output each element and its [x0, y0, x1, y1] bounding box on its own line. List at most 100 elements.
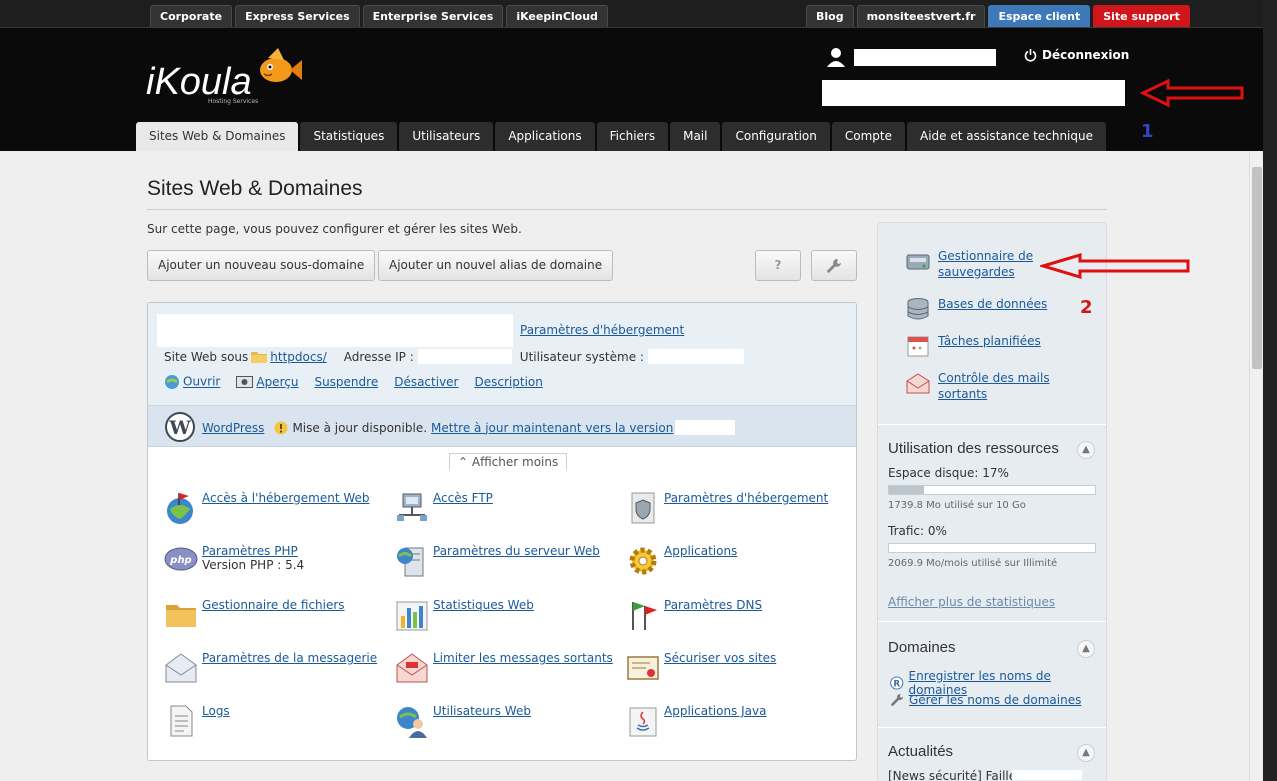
tool-ftp-access[interactable]: Accès FTP: [395, 491, 493, 525]
tool-mail-settings[interactable]: Paramètres de la messagerie: [164, 651, 377, 685]
tool-web-stats[interactable]: Statistiques Web: [395, 598, 534, 632]
description-link[interactable]: Description: [475, 375, 543, 389]
more-stats-link[interactable]: Afficher plus de statistiques: [888, 595, 1055, 609]
add-alias-button[interactable]: Ajouter un nouvel alias de domaine: [378, 250, 614, 281]
help-button[interactable]: ?: [755, 250, 801, 281]
deactivate-link[interactable]: Désactiver: [394, 375, 458, 389]
sidebar-link-label[interactable]: Contrôle des mails sortants: [938, 370, 1058, 402]
top-nav-blog[interactable]: Blog: [806, 5, 854, 27]
tool-label[interactable]: Accès à l'hébergement Web: [202, 487, 370, 505]
top-nav-left: Corporate Express Services Enterprise Se…: [150, 5, 608, 27]
chevron-up-icon: ⌃: [458, 455, 472, 469]
top-nav-monsiteestvert[interactable]: monsiteestvert.fr: [856, 5, 986, 27]
database-icon: [907, 298, 929, 320]
page-title: Sites Web & Domaines: [147, 177, 363, 200]
tab-compte[interactable]: Compte: [831, 122, 905, 151]
domains-section: Domaines ▲ R Enregistrer les noms de dom…: [878, 621, 1106, 727]
tool-label[interactable]: Paramètres DNS: [664, 594, 762, 612]
tool-label[interactable]: Utilisateurs Web: [433, 700, 531, 718]
tool-secure-sites[interactable]: Sécuriser vos sites: [626, 651, 776, 685]
tool-web-server-params[interactable]: Paramètres du serveur Web: [395, 544, 600, 578]
preview-action[interactable]: Aperçu: [236, 375, 298, 390]
open-action[interactable]: Ouvrir: [164, 374, 220, 390]
tool-label[interactable]: Applications: [664, 540, 737, 558]
tab-mail[interactable]: Mail: [670, 122, 721, 151]
top-bar: Corporate Express Services Enterprise Se…: [0, 0, 1263, 28]
tool-web-users[interactable]: Utilisateurs Web: [395, 704, 531, 738]
domains-collapse-button[interactable]: ▲: [1077, 640, 1095, 658]
logout-button[interactable]: Déconnexion: [1024, 48, 1129, 62]
tool-hosting-params[interactable]: Paramètres d'hébergement: [626, 491, 828, 525]
docroot-link[interactable]: httpdocs/: [270, 350, 326, 364]
wordpress-link[interactable]: WordPress: [202, 421, 264, 435]
tool-applications[interactable]: Applications: [626, 544, 737, 578]
annotation-number-2: 2: [1080, 297, 1093, 318]
sidebar-link-label[interactable]: Bases de données: [938, 296, 1058, 312]
top-nav-express-services[interactable]: Express Services: [235, 5, 360, 27]
tool-logs[interactable]: Logs: [164, 704, 230, 738]
scrollbar-thumb[interactable]: [1252, 167, 1262, 369]
open-link[interactable]: Ouvrir: [183, 375, 220, 389]
tool-label[interactable]: Gestionnaire de fichiers: [202, 594, 345, 612]
tool-label[interactable]: Sécuriser vos sites: [664, 647, 776, 665]
logo-tagline: Hosting Services: [208, 98, 258, 105]
tool-label[interactable]: Statistiques Web: [433, 594, 534, 612]
tools-button[interactable]: [811, 250, 857, 281]
tool-label[interactable]: Paramètres d'hébergement: [664, 487, 828, 505]
disk-usage-detail: 1739.8 Mo utilisé sur 10 Go: [888, 500, 1026, 511]
tool-label[interactable]: Applications Java: [664, 700, 766, 718]
power-icon: [1024, 49, 1037, 62]
sidebar-backup-manager[interactable]: Gestionnaire de sauvegardes: [906, 248, 1058, 280]
tab-applications[interactable]: Applications: [495, 122, 595, 151]
update-now-link[interactable]: Mettre à jour maintenant vers la version: [431, 421, 673, 435]
top-nav-espace-client[interactable]: Espace client: [988, 5, 1091, 27]
warning-icon: [274, 421, 288, 434]
wrench-icon: [827, 259, 841, 273]
tab-utilisateurs[interactable]: Utilisateurs: [399, 122, 494, 151]
ikoula-logo[interactable]: iKoula Hosting Services: [146, 48, 306, 108]
top-nav-corporate[interactable]: Corporate: [150, 5, 233, 27]
top-nav-right: Blog monsiteestvert.fr Espace client Sit…: [806, 5, 1190, 27]
vertical-scrollbar[interactable]: [1249, 151, 1263, 781]
tab-fichiers[interactable]: Fichiers: [596, 122, 669, 151]
user-icon: [827, 48, 845, 67]
tool-limit-outgoing[interactable]: Limiter les messages sortants: [395, 651, 613, 685]
show-less-toggle[interactable]: ⌃ Afficher moins: [449, 453, 568, 470]
manage-domains-link[interactable]: Gérer les noms de domaines: [909, 693, 1081, 707]
preview-link[interactable]: Aperçu: [256, 375, 298, 389]
tool-label[interactable]: Paramètres du serveur Web: [433, 540, 600, 558]
tool-dns-params[interactable]: Paramètres DNS: [626, 598, 762, 632]
tool-label[interactable]: Limiter les messages sortants: [433, 647, 613, 665]
tool-java-apps[interactable]: Applications Java: [626, 704, 766, 738]
news-collapse-button[interactable]: ▲: [1077, 744, 1095, 762]
sidebar-databases[interactable]: Bases de données: [907, 296, 1058, 320]
tool-label[interactable]: Accès FTP: [433, 487, 493, 505]
tab-statistiques[interactable]: Statistiques: [300, 122, 398, 151]
tool-label[interactable]: Paramètres de la messagerie: [202, 647, 377, 665]
tool-label[interactable]: Logs: [202, 700, 230, 718]
php-version: Version PHP : 5.4: [202, 558, 305, 572]
top-nav-site-support[interactable]: Site support: [1093, 5, 1190, 27]
tool-label[interactable]: Paramètres PHP: [202, 540, 298, 558]
traffic-label: Trafic: 0%: [888, 524, 947, 538]
wrench-icon: [891, 694, 903, 706]
suspend-link[interactable]: Suspendre: [314, 375, 378, 389]
tool-web-hosting-access[interactable]: Accès à l'hébergement Web: [164, 491, 370, 525]
news-item-link[interactable]: [News sécurité] Faille: [888, 769, 1016, 781]
disk-usage-fill: [889, 486, 925, 494]
wordpress-update-row: W WordPress Mise à jour disponible. Mett…: [148, 406, 856, 447]
top-nav-ikeepincloud[interactable]: iKeepinCloud: [506, 5, 608, 27]
sidebar-scheduled-tasks[interactable]: Tâches planifiées: [907, 333, 1058, 357]
resources-collapse-button[interactable]: ▲: [1077, 441, 1095, 459]
tool-php-settings[interactable]: php Paramètres PHP Version PHP : 5.4: [164, 544, 304, 578]
site-hosting-params-link[interactable]: Paramètres d'hébergement: [520, 323, 684, 337]
tool-file-manager[interactable]: Gestionnaire de fichiers: [164, 598, 345, 632]
top-nav-enterprise-services[interactable]: Enterprise Services: [362, 5, 504, 27]
sidebar-link-label[interactable]: Tâches planifiées: [938, 333, 1058, 349]
tab-sites-web-domaines[interactable]: Sites Web & Domaines: [136, 122, 299, 151]
add-subdomain-button[interactable]: Ajouter un nouveau sous-domaine: [147, 250, 376, 281]
manage-domains-item[interactable]: Gérer les noms de domaines: [890, 693, 1081, 707]
sidebar-mail-control[interactable]: Contrôle des mails sortants: [906, 370, 1058, 402]
tab-configuration[interactable]: Configuration: [722, 122, 830, 151]
tab-aide[interactable]: Aide et assistance technique: [906, 122, 1106, 151]
